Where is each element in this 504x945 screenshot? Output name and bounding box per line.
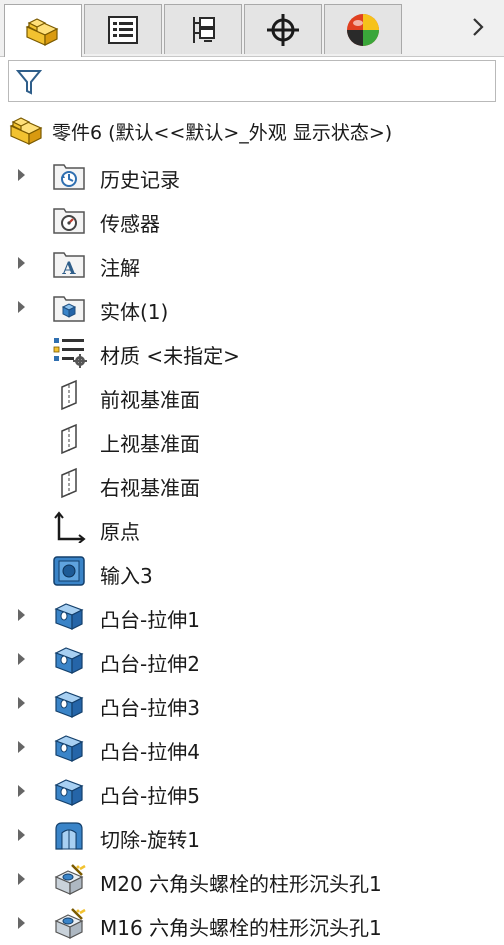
cut-revolve-icon — [52, 819, 86, 851]
hole-wizard-icon — [52, 863, 86, 895]
expand-arrow-icon[interactable] — [18, 301, 25, 313]
boss-extrude-icon — [52, 775, 86, 807]
tree-item-label: 实体(1) — [100, 300, 169, 324]
dimxpert-icon — [265, 12, 301, 48]
tree-item-label: 上视基准面 — [100, 432, 200, 456]
tree-item-counterbore-m16[interactable]: M16 六角头螺栓的柱形沉头孔1 — [0, 902, 504, 945]
tree-item-label: 凸台-拉伸1 — [100, 608, 200, 632]
expand-arrow-icon[interactable] — [18, 785, 25, 797]
expand-arrow-icon[interactable] — [18, 169, 25, 181]
tree-item-origin[interactable]: 原点 — [0, 506, 504, 549]
tree-item-label: 原点 — [100, 520, 140, 544]
expand-arrow-icon[interactable] — [18, 741, 25, 753]
boss-extrude-icon — [52, 687, 86, 719]
display-manager-icon — [344, 11, 382, 49]
tree-item-label: 凸台-拉伸5 — [100, 784, 200, 808]
tab-feature-manager[interactable] — [4, 4, 82, 57]
solid-bodies-folder-icon — [52, 291, 86, 323]
tab-dimxpert-manager[interactable] — [244, 4, 322, 54]
expand-arrow-icon[interactable] — [18, 873, 25, 885]
tree-item-solid-bodies[interactable]: 实体(1) — [0, 286, 504, 329]
tree-item-counterbore-m20[interactable]: M20 六角头螺栓的柱形沉头孔1 — [0, 858, 504, 901]
tree-item-label: 输入3 — [100, 564, 153, 588]
boss-extrude-icon — [52, 643, 86, 675]
tree-item-label: 凸台-拉伸3 — [100, 696, 200, 720]
chevron-right-icon — [471, 17, 485, 41]
tree-item-label: 凸台-拉伸2 — [100, 652, 200, 676]
imported-body-icon — [52, 555, 86, 587]
annotations-folder-icon: A — [52, 247, 86, 279]
boss-extrude-icon — [52, 731, 86, 763]
tree-item-sensors[interactable]: 传感器 — [0, 198, 504, 241]
expand-arrow-icon[interactable] — [18, 829, 25, 841]
tree-item-label: 右视基准面 — [100, 476, 200, 500]
tab-display-manager[interactable] — [324, 4, 402, 54]
tree-item-label: 注解 — [100, 256, 140, 280]
property-manager-icon — [106, 14, 140, 46]
tree-item-cut-revolve-1[interactable]: 切除-旋转1 — [0, 814, 504, 857]
tab-property-manager[interactable] — [84, 4, 162, 54]
tree-item-boss-extrude-1[interactable]: 凸台-拉伸1 — [0, 594, 504, 637]
plane-icon — [52, 423, 86, 455]
tree-root-label: 零件6 (默认<<默认>_外观 显示状态>) — [52, 122, 393, 144]
tab-scroll-right-button[interactable] — [452, 4, 504, 54]
origin-icon — [52, 511, 86, 544]
tree-root-part[interactable]: 零件6 (默认<<默认>_外观 显示状态>) — [0, 108, 504, 152]
tree-item-label: 历史记录 — [100, 168, 180, 192]
boss-extrude-icon — [52, 599, 86, 631]
tree-item-history[interactable]: 历史记录 — [0, 154, 504, 197]
filter-input[interactable] — [49, 67, 493, 97]
configuration-manager-icon — [186, 13, 220, 47]
feature-manager-tabbar — [0, 0, 504, 57]
tree-item-label: 传感器 — [100, 212, 160, 236]
tree-item-boss-extrude-4[interactable]: 凸台-拉伸4 — [0, 726, 504, 769]
sensor-folder-icon — [52, 203, 86, 235]
expand-arrow-icon[interactable] — [18, 653, 25, 665]
expand-arrow-icon[interactable] — [18, 257, 25, 269]
history-folder-icon — [52, 159, 86, 191]
tree-item-annotations[interactable]: A 注解 — [0, 242, 504, 285]
tree-item-boss-extrude-2[interactable]: 凸台-拉伸2 — [0, 638, 504, 681]
hole-wizard-icon — [52, 907, 86, 939]
tree-item-top-plane[interactable]: 上视基准面 — [0, 418, 504, 461]
expand-arrow-icon[interactable] — [18, 917, 25, 929]
tree-item-label: 凸台-拉伸4 — [100, 740, 200, 764]
tree-item-right-plane[interactable]: 右视基准面 — [0, 462, 504, 505]
tree-item-boss-extrude-3[interactable]: 凸台-拉伸3 — [0, 682, 504, 725]
filter-box — [8, 60, 496, 102]
tree-item-label: 前视基准面 — [100, 388, 200, 412]
part-icon — [23, 13, 63, 49]
part-icon — [8, 113, 46, 151]
tree-item-label: M20 六角头螺栓的柱形沉头孔1 — [100, 872, 382, 896]
plane-icon — [52, 467, 86, 499]
tab-configuration-manager[interactable] — [164, 4, 242, 54]
tree-item-front-plane[interactable]: 前视基准面 — [0, 374, 504, 417]
tree-item-boss-extrude-5[interactable]: 凸台-拉伸5 — [0, 770, 504, 813]
tree-item-label: 切除-旋转1 — [100, 828, 200, 852]
tree-item-material[interactable]: 材质 <未指定> — [0, 330, 504, 373]
tree-item-label: M16 六角头螺栓的柱形沉头孔1 — [100, 916, 382, 940]
expand-arrow-icon[interactable] — [18, 609, 25, 621]
svg-text:A: A — [61, 259, 76, 279]
tree-item-label: 材质 <未指定> — [100, 344, 240, 368]
material-icon — [52, 335, 87, 368]
tree-item-imported-3[interactable]: 输入3 — [0, 550, 504, 593]
expand-arrow-icon[interactable] — [18, 697, 25, 709]
plane-icon — [52, 379, 86, 411]
